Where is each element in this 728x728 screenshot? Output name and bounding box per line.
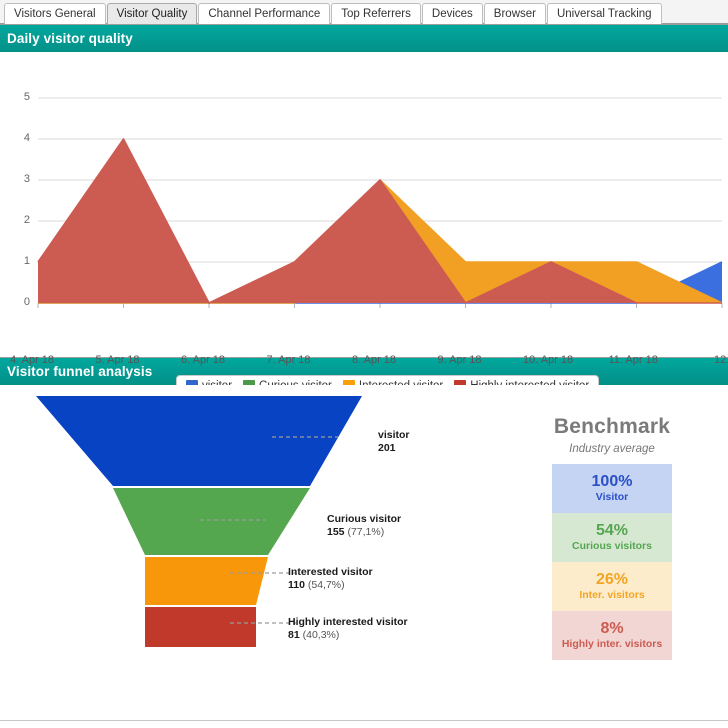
benchmark-label: Highly inter. visitors xyxy=(561,638,663,650)
y-tick-1: 1 xyxy=(23,255,30,267)
x-tick-label: 8. Apr 18 xyxy=(352,354,397,366)
y-tick-5: 5 xyxy=(23,91,30,103)
footer-divider xyxy=(0,720,728,721)
daily-visitor-quality-panel: Daily visitor quality 0 1 2 3 4 5 4. Apr 18 5.… xyxy=(0,24,728,397)
tab-universal-tracking[interactable]: Universal Tracking xyxy=(546,3,662,24)
funnel-label-2: Interested visitor 110 (54,7%) xyxy=(288,566,373,592)
funnel-stage-value: 155 xyxy=(327,526,345,538)
tab-devices[interactable]: Devices xyxy=(421,3,483,24)
benchmark-row-3: 8% Highly inter. visitors xyxy=(552,611,672,660)
tab-bar: Visitors General Visitor Quality Channel P… xyxy=(0,0,728,24)
benchmark-percent: 54% xyxy=(595,522,629,539)
funnel-body: visitor 201 Curious visitor 155 (77,1%) Inte… xyxy=(0,385,728,675)
benchmark-row-2: 26% Inter. visitors xyxy=(552,562,672,611)
y-tick-4: 4 xyxy=(23,132,30,144)
area-chart-svg xyxy=(37,97,723,308)
x-tick-label: 9. Apr 18 xyxy=(437,354,482,366)
funnel-label-0: visitor 201 xyxy=(378,429,410,455)
benchmark-label: Curious visitors xyxy=(572,540,652,552)
funnel-stage-name: visitor xyxy=(378,429,410,441)
funnel-label-3: Highly interested visitor 81 (40,3%) xyxy=(288,616,408,642)
benchmark-percent: 100% xyxy=(591,473,633,490)
funnel-stage-3 xyxy=(145,607,256,647)
benchmark-label: Inter. visitors xyxy=(579,589,645,601)
funnel-diagram xyxy=(36,396,362,647)
benchmark-percent: 26% xyxy=(595,571,629,588)
funnel-stage-name: Curious visitor xyxy=(327,513,402,525)
tab-visitors-general[interactable]: Visitors General xyxy=(4,3,106,24)
x-tick-label: 11. Apr 18 xyxy=(608,354,658,366)
benchmark-panel: Benchmark Industry average 100% Visitor 54… xyxy=(552,415,672,660)
benchmark-row-1: 54% Curious visitors xyxy=(552,513,672,562)
funnel-stage-2 xyxy=(145,557,268,605)
x-tick-label: 6. Apr 18 xyxy=(181,354,226,366)
x-tick-label: 12. Apr xyxy=(714,354,728,366)
tab-browser[interactable]: Browser xyxy=(483,3,546,24)
y-tick-3: 3 xyxy=(23,173,30,185)
funnel-stage-percent: (40,3%) xyxy=(302,629,340,641)
funnel-stage-percent: (77,1%) xyxy=(347,526,385,538)
x-tick-label: 10. Apr 18 xyxy=(523,354,574,366)
visitor-funnel-analysis-panel: Visitor funnel analysis visitor 201 Curiou… xyxy=(0,357,728,675)
x-tick-label: 5. Apr 18 xyxy=(95,354,140,366)
funnel-stage-0 xyxy=(36,396,362,486)
funnel-stage-1 xyxy=(113,488,310,555)
funnel-stage-value: 110 xyxy=(288,579,305,591)
x-tick-label: 4. Apr 18 xyxy=(10,354,55,366)
y-tick-0: 0 xyxy=(23,296,30,308)
funnel-stage-name: Highly interested visitor xyxy=(288,616,408,628)
tab-channel-performance[interactable]: Channel Performance xyxy=(198,3,331,24)
benchmark-percent: 8% xyxy=(600,620,624,637)
tab-visitor-quality[interactable]: Visitor Quality xyxy=(106,3,198,24)
area-chart: 0 1 2 3 4 5 4. Apr 18 5. Apr 18 6. Apr 18 7. Apr… xyxy=(0,52,728,397)
benchmark-label: Visitor xyxy=(595,491,629,503)
funnel-label-1: Curious visitor 155 (77,1%) xyxy=(327,513,401,539)
benchmark-row-0: 100% Visitor xyxy=(552,464,672,513)
benchmark-rows: 100% Visitor 54% Curious visitors 26% Inter. … xyxy=(552,464,672,660)
funnel-stage-name: Interested visitor xyxy=(288,566,373,578)
daily-visitor-quality-title: Daily visitor quality xyxy=(0,24,728,52)
funnel-stage-value: 201 xyxy=(378,442,396,454)
tab-top-referrers[interactable]: Top Referrers xyxy=(331,3,421,24)
y-tick-2: 2 xyxy=(23,214,30,226)
funnel-stage-value: 81 xyxy=(288,629,300,641)
funnel-stage-percent: (54,7%) xyxy=(307,579,345,591)
benchmark-title: Benchmark xyxy=(553,415,671,438)
x-tick-label: 7. Apr 18 xyxy=(266,354,311,366)
benchmark-subtitle: Industry average xyxy=(569,443,655,455)
